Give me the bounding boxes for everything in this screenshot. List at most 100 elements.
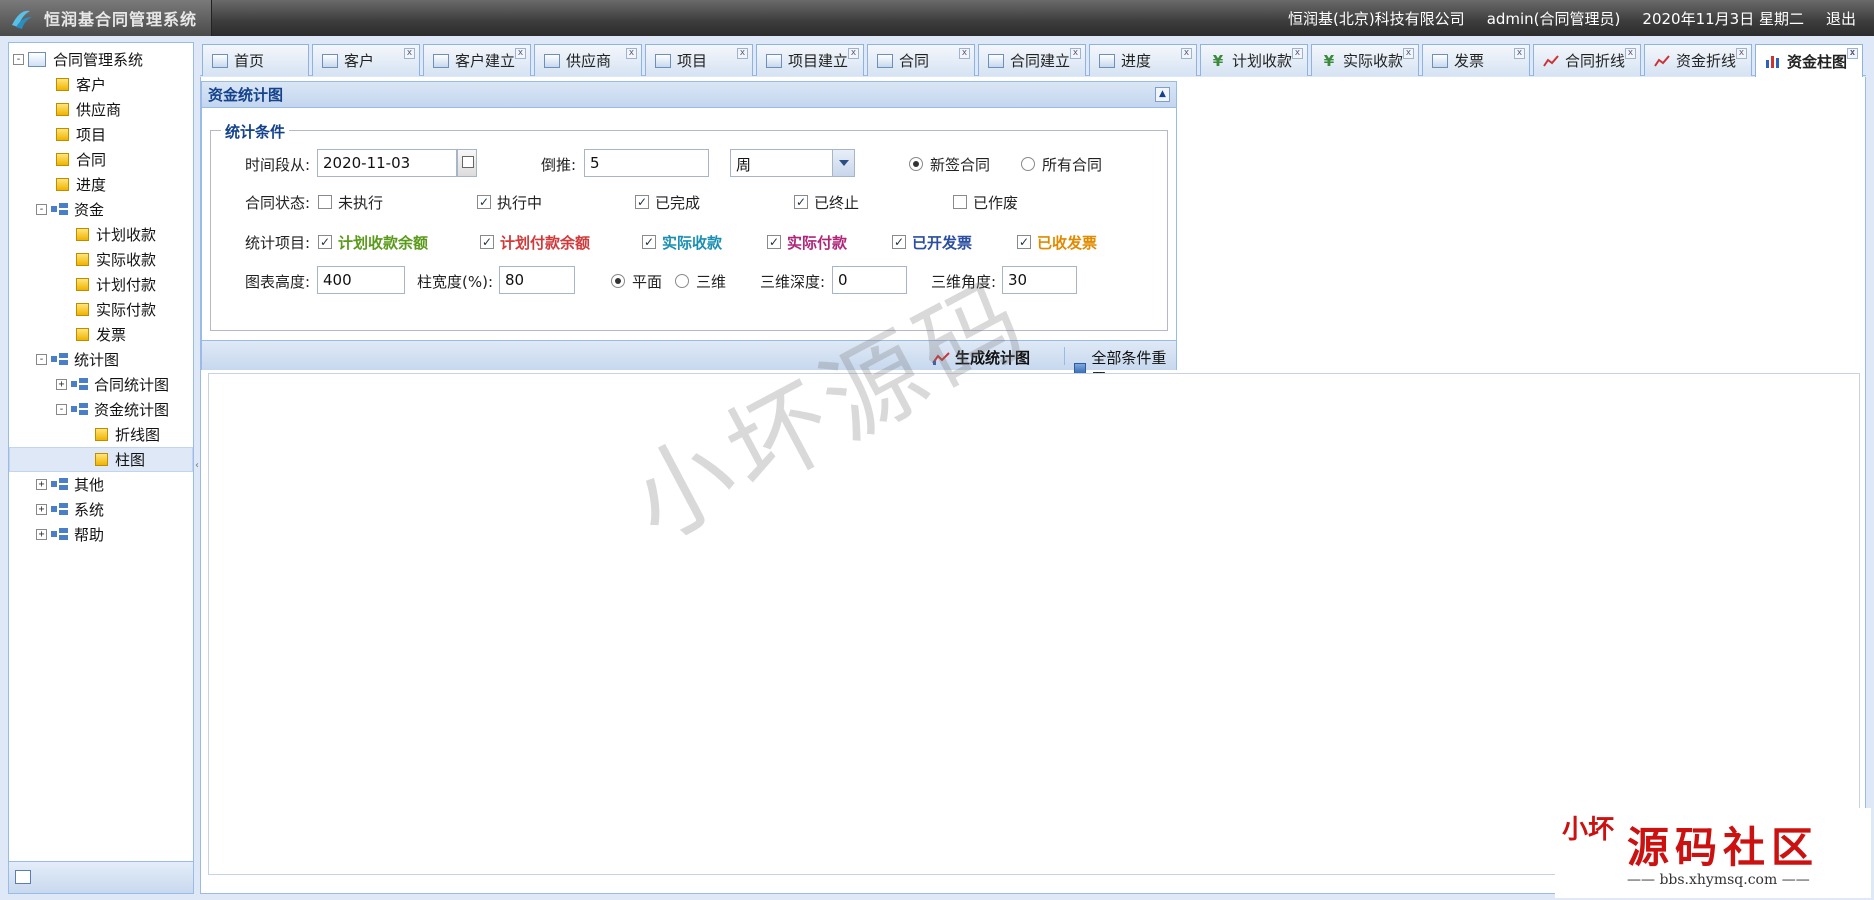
tree-item-contract[interactable]: 合同 [9, 147, 193, 172]
tree-item-line-chart[interactable]: 折线图 [9, 422, 193, 447]
tree-item-project[interactable]: 项目 [9, 122, 193, 147]
collapse-icon[interactable]: - [56, 404, 67, 415]
back-count-input[interactable] [584, 149, 709, 177]
tree-item-customer[interactable]: 客户 [9, 72, 193, 97]
status-in-progress-checkbox[interactable]: ✓ [477, 195, 491, 209]
logout-link[interactable]: 退出 [1826, 8, 1856, 29]
tab-project-create[interactable]: 项目建立 x [756, 44, 864, 76]
tree-folder-other[interactable]: + 其他 [9, 472, 193, 497]
tab-contract[interactable]: 合同 x [867, 44, 975, 76]
collapse-splitter-icon[interactable]: ‹ [195, 460, 199, 474]
angle-label: 三维角度: [931, 273, 997, 291]
expand-icon[interactable]: + [36, 479, 47, 490]
tree-folder-contract-stats[interactable]: + 合同统计图 [9, 372, 193, 397]
tab-plan-receive[interactable]: ¥ 计划收款 x [1200, 44, 1308, 76]
tree-item-plan-receive[interactable]: 计划收款 [9, 222, 193, 247]
item-plan-receive-checkbox[interactable]: ✓ [318, 235, 332, 249]
expand-icon[interactable]: + [36, 529, 47, 540]
status-completed-checkbox[interactable]: ✓ [635, 195, 649, 209]
folder-icon [71, 403, 89, 416]
reset-icon [1074, 362, 1087, 374]
close-icon[interactable]: x [1403, 48, 1414, 59]
expand-icon[interactable]: + [56, 379, 67, 390]
item-plan-pay-checkbox[interactable]: ✓ [480, 235, 494, 249]
generate-chart-button[interactable]: 生成统计图 [932, 347, 1030, 368]
chevron-down-icon[interactable] [832, 150, 854, 176]
tree-folder-help[interactable]: + 帮助 [9, 522, 193, 547]
tab-contract-line[interactable]: 合同折线 x [1533, 44, 1641, 76]
tab-project[interactable]: 项目 x [645, 44, 753, 76]
collapse-icon[interactable]: - [13, 54, 24, 65]
leaf-icon [76, 278, 89, 291]
close-icon[interactable]: x [1847, 48, 1858, 59]
collapse-icon[interactable]: - [36, 354, 47, 365]
close-icon[interactable]: x [1181, 48, 1192, 59]
tab-customer[interactable]: 客户 x [312, 44, 420, 76]
expand-icon[interactable]: + [36, 504, 47, 515]
tab-home[interactable]: 首页 [202, 44, 309, 76]
list-view-icon[interactable] [15, 870, 31, 884]
bar-width-input[interactable] [499, 266, 575, 294]
tab-supplier[interactable]: 供应商 x [534, 44, 642, 76]
calendar-icon[interactable] [457, 149, 477, 177]
close-icon[interactable]: x [848, 48, 859, 59]
tab-label: 合同建立 [1010, 52, 1071, 70]
close-icon[interactable]: x [1625, 48, 1636, 59]
close-icon[interactable]: x [737, 48, 748, 59]
tree-item-progress[interactable]: 进度 [9, 172, 193, 197]
item-invoiced-checkbox[interactable]: ✓ [892, 235, 906, 249]
tree-folder-fund-stats[interactable]: - 资金统计图 [9, 397, 193, 422]
tree-item-bar-chart[interactable]: 柱图 [9, 447, 193, 472]
item-received-invoice-checkbox[interactable]: ✓ [1017, 235, 1031, 249]
tree-item-plan-pay[interactable]: 计划付款 [9, 272, 193, 297]
angle-input[interactable] [1002, 266, 1077, 294]
tree-item-label: 帮助 [74, 526, 105, 544]
tree-item-actual-receive[interactable]: 实际收款 [9, 247, 193, 272]
close-icon[interactable]: x [1736, 48, 1747, 59]
close-icon[interactable]: x [959, 48, 970, 59]
all-contracts-radio[interactable] [1021, 157, 1035, 171]
period-start-input[interactable] [317, 149, 457, 177]
close-icon[interactable]: x [404, 48, 415, 59]
line-chart-icon [1543, 54, 1559, 67]
unit-select-value: 周 [736, 156, 752, 174]
status-terminated-checkbox[interactable]: ✓ [794, 195, 808, 209]
collapse-icon[interactable]: - [36, 204, 47, 215]
tree-item-supplier[interactable]: 供应商 [9, 97, 193, 122]
brand-name: 源码社区 [1627, 823, 1820, 872]
bar-width-label: 柱宽度(%): [417, 273, 494, 291]
back-label: 倒推: [541, 156, 577, 174]
tree-folder-system[interactable]: + 系统 [9, 497, 193, 522]
tab-invoice[interactable]: 发票 x [1422, 44, 1530, 76]
tree-root[interactable]: - 合同管理系统 [9, 47, 193, 72]
close-icon[interactable]: x [1070, 48, 1081, 59]
chart-height-input[interactable] [317, 266, 405, 294]
tab-actual-receive[interactable]: ¥ 实际收款 x [1311, 44, 1419, 76]
close-icon[interactable]: x [515, 48, 526, 59]
tree-item-actual-pay[interactable]: 实际付款 [9, 297, 193, 322]
tree-folder-funds[interactable]: - 资金 [9, 197, 193, 222]
brand-url: —— bbs.xhymsq.com —— [1627, 872, 1810, 888]
app-title: 恒润基合同管理系统 [44, 10, 198, 29]
flat-radio[interactable] [611, 274, 625, 288]
item-actual-pay-checkbox[interactable]: ✓ [767, 235, 781, 249]
tree-item-invoice[interactable]: 发票 [9, 322, 193, 347]
three-d-radio[interactable] [675, 274, 689, 288]
tab-customer-create[interactable]: 客户建立 x [423, 44, 531, 76]
progress-icon [1099, 53, 1115, 68]
close-icon[interactable]: x [1514, 48, 1525, 59]
close-icon[interactable]: x [1292, 48, 1303, 59]
tree-folder-stats[interactable]: - 统计图 [9, 347, 193, 372]
item-actual-receive-checkbox[interactable]: ✓ [642, 235, 656, 249]
tab-contract-create[interactable]: 合同建立 x [978, 44, 1086, 76]
new-contract-radio[interactable] [909, 157, 923, 171]
status-not-started-checkbox[interactable] [318, 195, 332, 209]
chevron-up-icon[interactable]: ▲ [1155, 87, 1170, 102]
close-icon[interactable]: x [626, 48, 637, 59]
tab-progress[interactable]: 进度 x [1089, 44, 1197, 76]
depth-input[interactable] [832, 266, 907, 294]
tab-fund-bar[interactable]: 资金柱图 x [1755, 44, 1863, 77]
unit-select[interactable]: 周 [730, 149, 855, 177]
status-voided-checkbox[interactable] [953, 195, 967, 209]
tab-fund-line[interactable]: 资金折线 x [1644, 44, 1752, 76]
